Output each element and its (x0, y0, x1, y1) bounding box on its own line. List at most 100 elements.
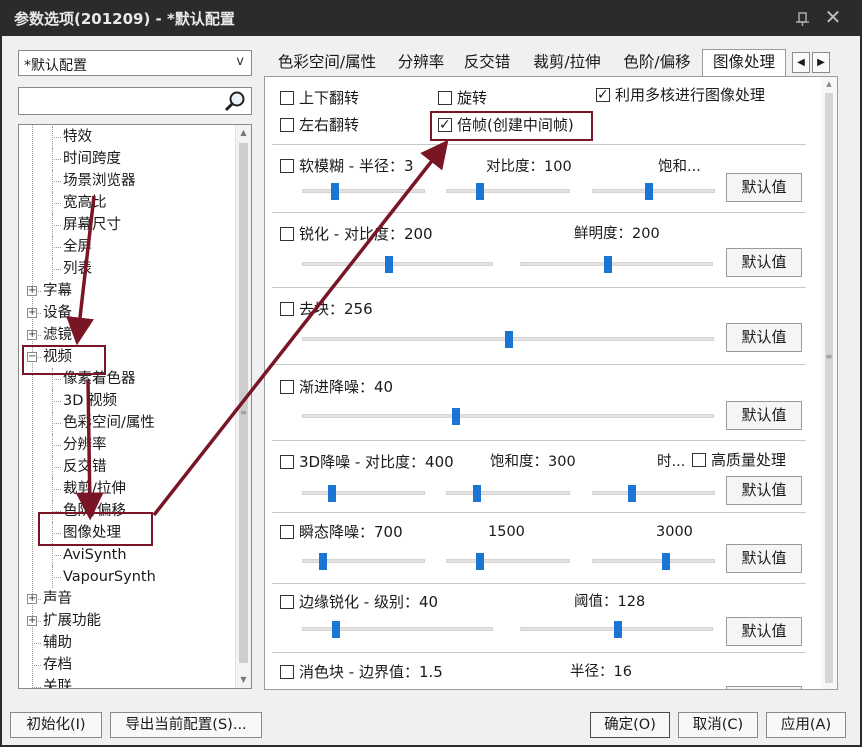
expand-icon[interactable]: + (27, 286, 37, 296)
edge-sharpen-default-button[interactable]: 默认值 (726, 617, 802, 646)
tab-image-processing[interactable]: 图像处理 (702, 49, 786, 77)
checkbox-box[interactable] (280, 665, 294, 679)
chroma-deblock-checkbox[interactable]: 消色块 - 边界值：1.5 (280, 662, 443, 684)
checkbox-box[interactable] (280, 380, 294, 394)
3d-denoise-saturation-slider[interactable] (446, 485, 570, 502)
transient-denoise-checkbox[interactable]: 瞬态降噪：700 (280, 522, 403, 544)
tree-item-13[interactable]: 色彩空间/属性 (63, 412, 155, 434)
transient-denoise-default-button[interactable]: 默认值 (726, 544, 802, 573)
3d-denoise-contrast-slider[interactable] (302, 485, 425, 502)
tab-scroll-left-icon[interactable]: ◀ (792, 52, 810, 73)
tree-item-23[interactable]: 辅助 (43, 632, 72, 654)
soft-blur-default-button[interactable]: 默认值 (726, 173, 802, 202)
soft-blur-contrast-slider[interactable] (446, 183, 570, 200)
tree-item-24[interactable]: 存档 (43, 654, 72, 676)
initialize-button[interactable]: 初始化(I) (10, 712, 102, 738)
tree-scrollbar[interactable]: ▲ ≡ ▼ (235, 125, 251, 688)
deblock-default-button[interactable]: 默认值 (726, 323, 802, 352)
close-icon[interactable]: ✕ (822, 5, 844, 29)
slider-thumb[interactable] (645, 183, 653, 200)
tree-item-20[interactable]: VapourSynth (63, 566, 156, 588)
slider-thumb[interactable] (628, 485, 636, 502)
expand-icon[interactable]: + (27, 616, 37, 626)
tree-item-1[interactable]: 时间跨度 (63, 148, 121, 170)
double-frame-checkbox[interactable]: 倍帧(创建中间帧) (438, 115, 574, 137)
tree-item-15[interactable]: 反交错 (63, 456, 107, 478)
edge-sharpen-checkbox[interactable]: 边缘锐化 - 级别：40 (280, 592, 438, 614)
scroll-down-icon[interactable]: ▼ (236, 672, 251, 688)
slider-thumb[interactable] (662, 553, 670, 570)
chroma-deblock-default-button[interactable] (726, 686, 802, 689)
cancel-button[interactable]: 取消(C) (678, 712, 758, 738)
tree-item-12[interactable]: 3D 视频 (63, 390, 117, 412)
tree-item-21[interactable]: 声音 (43, 588, 72, 610)
tab-resolution[interactable]: 分辨率 (390, 50, 452, 76)
3d-denoise-default-button[interactable]: 默认值 (726, 476, 802, 505)
soft-blur-radius-slider[interactable] (302, 183, 425, 200)
rotate-checkbox[interactable]: 旋转 (438, 88, 487, 110)
tree-item-4[interactable]: 屏幕尺寸 (63, 214, 121, 236)
tree-item-9[interactable]: 滤镜 (43, 324, 72, 346)
panel-scroll-thumb[interactable] (825, 93, 833, 683)
scroll-up-icon[interactable]: ▲ (821, 77, 837, 91)
tab-colorspace[interactable]: 色彩空间/属性 (268, 50, 386, 76)
checkbox-box[interactable] (438, 91, 452, 105)
tree-item-10[interactable]: 视频 (43, 346, 72, 368)
expand-icon[interactable]: + (27, 330, 37, 340)
checkbox-box[interactable] (280, 159, 294, 173)
slider-thumb[interactable] (476, 183, 484, 200)
sharpen-vividness-slider[interactable] (520, 256, 713, 273)
slider-thumb[interactable] (331, 183, 339, 200)
settings-tree[interactable]: 特效 时间跨度 场景浏览器 宽高比 屏幕尺寸 全屏 列表 字幕 + 设备 + 滤镜 + 视频 − 像素着色器 3… (18, 124, 252, 689)
slider-thumb[interactable] (328, 485, 336, 502)
slider-thumb[interactable] (604, 256, 612, 273)
sharpen-checkbox[interactable]: 锐化 - 对比度：200 (280, 224, 433, 246)
apply-button[interactable]: 应用(A) (766, 712, 846, 738)
pin-icon[interactable] (794, 9, 812, 27)
soft-blur-saturation-slider[interactable] (592, 183, 715, 200)
checkbox-box[interactable] (280, 118, 294, 132)
tree-item-8[interactable]: 设备 (43, 302, 72, 324)
progressive-denoise-slider[interactable] (302, 408, 714, 425)
search-input[interactable] (21, 90, 217, 112)
slider-thumb[interactable] (476, 553, 484, 570)
3d-denoise-checkbox[interactable]: 3D降噪 - 对比度：400 (280, 452, 454, 474)
sharpen-default-button[interactable]: 默认值 (726, 248, 802, 277)
checkbox-box[interactable] (596, 85, 610, 105)
expand-icon[interactable]: + (27, 308, 37, 318)
slider-thumb[interactable] (505, 331, 513, 348)
tree-scroll-thumb[interactable] (239, 143, 248, 663)
slider-thumb[interactable] (473, 485, 481, 502)
scroll-up-icon[interactable]: ▲ (236, 125, 251, 141)
sharpen-contrast-slider[interactable] (302, 256, 493, 273)
slider-thumb[interactable] (332, 621, 340, 638)
progressive-denoise-checkbox[interactable]: 渐进降噪：40 (280, 377, 393, 399)
high-quality-checkbox[interactable]: 高质量处理 (692, 450, 786, 472)
soft-blur-checkbox[interactable]: 软模糊 - 半径：3 (280, 156, 414, 178)
panel-scrollbar[interactable]: ▲ ≡ (821, 77, 837, 689)
collapse-icon[interactable]: − (27, 352, 37, 362)
slider-thumb[interactable] (452, 408, 460, 425)
transient-denoise-slider-2[interactable] (446, 553, 570, 570)
checkbox-box[interactable] (692, 453, 706, 467)
tree-item-25[interactable]: 关联 (43, 676, 72, 688)
checkbox-box[interactable] (280, 455, 294, 469)
tree-item-3[interactable]: 宽高比 (63, 192, 107, 214)
multicore-checkbox[interactable]: 利用多核进行图像处理 (596, 85, 765, 107)
checkbox-box[interactable] (280, 302, 294, 316)
checkbox-box[interactable] (438, 115, 452, 135)
tree-item-5[interactable]: 全屏 (63, 236, 92, 258)
tab-deinterlace[interactable]: 反交错 (456, 50, 518, 76)
tab-crop-stretch[interactable]: 裁剪/拉伸 (526, 50, 608, 76)
transient-denoise-slider-1[interactable] (302, 553, 425, 570)
checkbox-box[interactable] (280, 595, 294, 609)
tree-item-22[interactable]: 扩展功能 (43, 610, 101, 632)
checkbox-box[interactable] (280, 227, 294, 241)
ok-button[interactable]: 确定(O) (590, 712, 670, 738)
progressive-denoise-default-button[interactable]: 默认值 (726, 401, 802, 430)
tree-item-11[interactable]: 像素着色器 (63, 368, 136, 390)
tree-item-18[interactable]: 图像处理 (63, 522, 121, 544)
slider-thumb[interactable] (319, 553, 327, 570)
tree-item-14[interactable]: 分辨率 (63, 434, 107, 456)
expand-icon[interactable]: + (27, 594, 37, 604)
